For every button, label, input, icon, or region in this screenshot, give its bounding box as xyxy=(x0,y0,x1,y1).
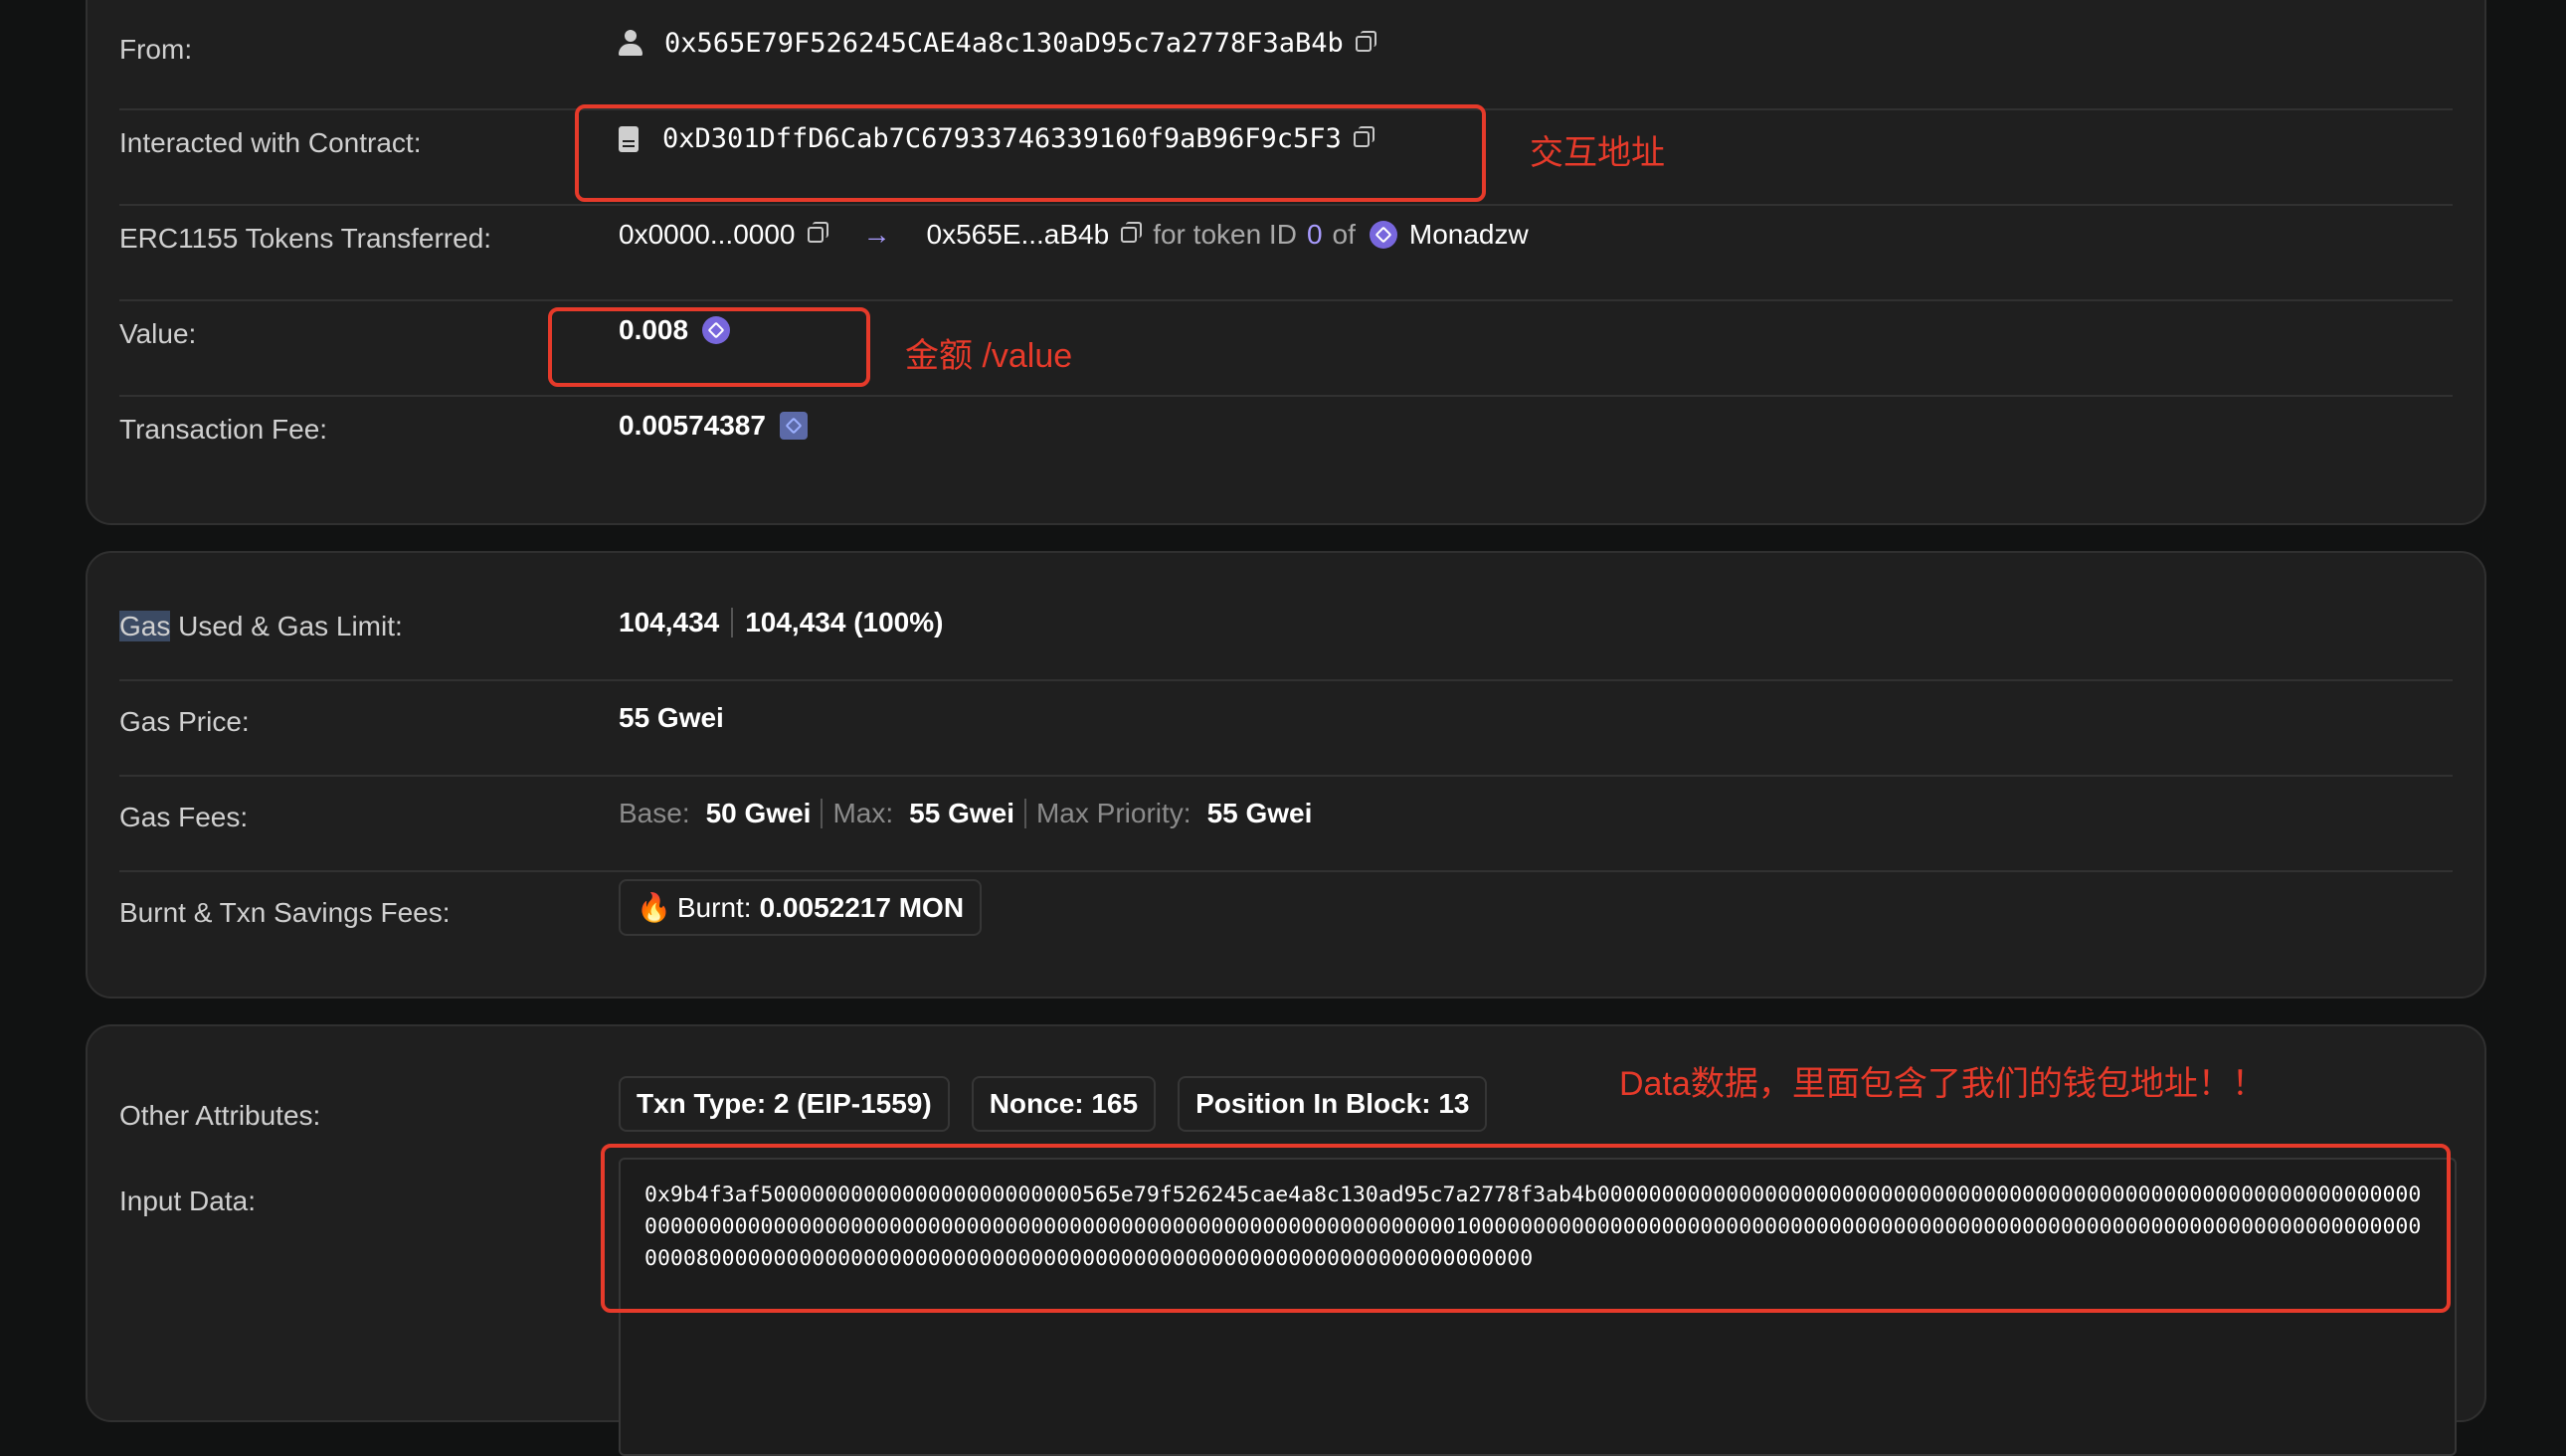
copy-icon[interactable] xyxy=(1355,30,1376,52)
divider xyxy=(119,204,2453,206)
gas-price-label: Gas Price: xyxy=(119,706,250,737)
separator xyxy=(1023,799,1026,828)
monad-token-icon xyxy=(1369,221,1397,249)
gas-highlight: Gas xyxy=(119,611,171,641)
contract-annotation: 交互地址 xyxy=(1530,134,1665,172)
token-name-link[interactable]: Monadzw xyxy=(1409,219,1529,251)
transaction-details-card: From: 0x565E79F526245CAE4a8c130aD95c7a27… xyxy=(86,0,2486,525)
gas-used-label-rest: Used & Gas Limit: xyxy=(170,611,403,641)
value-annotation: 金额 /value xyxy=(905,337,1073,375)
erc1155-label: ERC1155 Tokens Transferred: xyxy=(119,223,492,254)
base-value: 50 Gwei xyxy=(705,798,812,828)
divider xyxy=(119,775,2453,777)
burnt-chip: 🔥 Burnt: 0.0052217 MON xyxy=(619,879,983,936)
value-label: Value: xyxy=(119,318,197,349)
user-icon xyxy=(619,29,642,58)
from-value: 0x565E79F526245CAE4a8c130aD95c7a2778F3aB… xyxy=(619,28,1376,59)
gas-used-label: Gas Used & Gas Limit: xyxy=(119,611,403,642)
erc1155-value: 0x0000...0000 → 0x565E...aB4b for token … xyxy=(619,219,1529,251)
fee-row: Transaction Fee: 0.00574387 xyxy=(88,398,2484,493)
divider xyxy=(119,299,2453,301)
priority-value: 55 Gwei xyxy=(1206,798,1313,828)
monad-coin-icon xyxy=(779,412,808,440)
contract-label: Interacted with Contract: xyxy=(119,127,422,158)
data-annotation: Data数据，里面包含了我们的钱包地址！！ xyxy=(1619,1065,2266,1103)
gas-limit: 104,434 (100%) xyxy=(745,607,944,637)
separator xyxy=(731,608,734,637)
input-data-label: Input Data: xyxy=(119,1185,256,1216)
divider xyxy=(119,870,2453,872)
burnt-amount: 0.0052217 MON xyxy=(759,891,965,923)
divider xyxy=(119,679,2453,681)
gas-used: 104,434 xyxy=(619,607,720,637)
gas-fees-value: Base: 50 Gwei Max: 55 Gwei Max Priority:… xyxy=(619,798,1312,829)
value-row: Value: 0.008 xyxy=(88,302,2484,398)
separator xyxy=(821,799,824,828)
max-label: Max: xyxy=(832,798,894,828)
from-short-address[interactable]: 0x0000...0000 xyxy=(619,219,796,251)
divider xyxy=(119,395,2453,397)
input-data-highlight-box xyxy=(601,1144,2451,1313)
base-label: Base: xyxy=(619,798,690,828)
gas-details-card: Gas Used & Gas Limit: 104,434 104,434 (1… xyxy=(86,551,2486,999)
fee-amount-wrap: 0.00574387 xyxy=(619,410,808,442)
gas-used-value: 104,434 104,434 (100%) xyxy=(619,607,943,638)
to-short-address[interactable]: 0x565E...aB4b xyxy=(927,219,1110,251)
fee-amount: 0.00574387 xyxy=(619,410,766,441)
burnt-value: 🔥 Burnt: 0.0052217 MON xyxy=(619,879,1004,936)
burnt-label: Burnt & Txn Savings Fees: xyxy=(119,897,451,928)
token-id: 0 xyxy=(1306,219,1323,250)
value-highlight-box xyxy=(548,307,870,387)
fee-label: Transaction Fee: xyxy=(119,414,328,445)
for-token-id-text: for token ID xyxy=(1153,219,1297,250)
position-badge: Position In Block: 13 xyxy=(1178,1076,1488,1132)
gas-fees-label: Gas Fees: xyxy=(119,802,249,832)
nonce-badge: Nonce: 165 xyxy=(971,1076,1157,1132)
gas-price-value: 55 Gwei xyxy=(619,702,724,733)
priority-label: Max Priority: xyxy=(1035,798,1191,828)
max-value: 55 Gwei xyxy=(909,798,1014,828)
of-text: of xyxy=(1332,219,1356,250)
other-attributes-label: Other Attributes: xyxy=(119,1100,321,1131)
from-row: From: 0x565E79F526245CAE4a8c130aD95c7a27… xyxy=(88,2,2484,97)
copy-icon[interactable] xyxy=(1121,222,1143,243)
arrow-right-icon: → xyxy=(862,219,891,250)
contract-highlight-box xyxy=(575,104,1486,202)
fire-icon: 🔥 xyxy=(637,892,671,923)
txn-type-badge: Txn Type: 2 (EIP-1559) xyxy=(619,1076,950,1132)
copy-icon[interactable] xyxy=(807,222,828,243)
from-label: From: xyxy=(119,34,193,65)
burnt-text: Burnt: xyxy=(676,891,752,923)
erc1155-row: ERC1155 Tokens Transferred: 0x0000...000… xyxy=(88,207,2484,302)
attribute-chips: Txn Type: 2 (EIP-1559) Nonce: 165 Positi… xyxy=(619,1076,1509,1132)
from-address[interactable]: 0x565E79F526245CAE4a8c130aD95c7a2778F3aB… xyxy=(664,28,1344,59)
